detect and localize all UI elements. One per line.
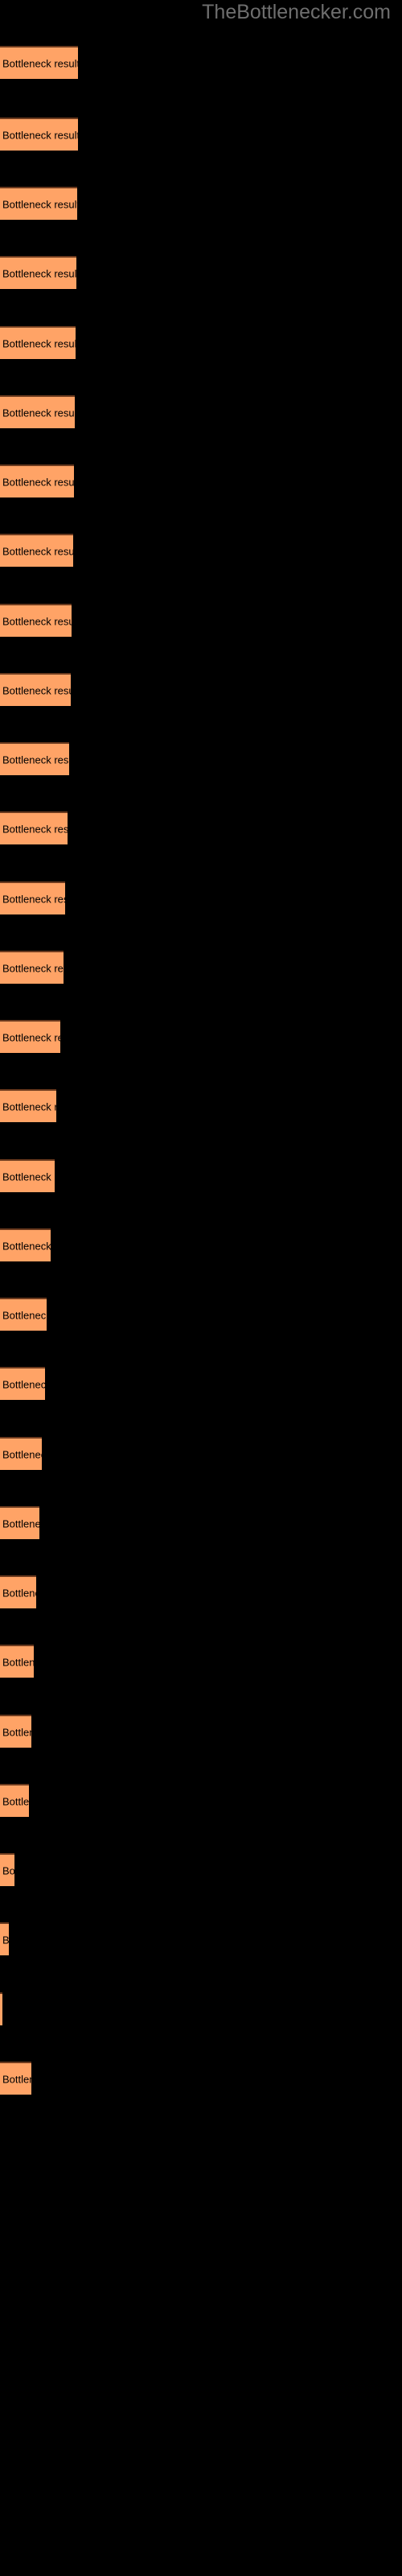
bar-11: Bottleneck result [0, 742, 69, 775]
bar-label-clip: Bottleneck result [0, 1855, 14, 1886]
bar-label-clip: Bottleneck result [0, 1368, 45, 1400]
bar-label-clip: Bottleneck result [0, 328, 76, 359]
bar-20: Bottleneck result [0, 1367, 45, 1400]
bar-label: Bottleneck result [2, 1378, 45, 1390]
bar-label: Bottleneck result [2, 1934, 9, 1946]
bar-label: Bottleneck result [2, 267, 76, 279]
bar-label-clip: Bottleneck result [0, 1716, 31, 1748]
bar-label-clip: Bottleneck result [0, 1299, 47, 1331]
bar-label: Bottleneck result [2, 823, 68, 835]
bar-label: Bottleneck result [2, 1656, 34, 1668]
bar-6: Bottleneck result [0, 395, 75, 428]
bar-7: Bottleneck result [0, 464, 74, 497]
bar-19: Bottleneck result [0, 1298, 47, 1331]
bar-label-clip: Bottleneck result [0, 1091, 56, 1122]
bar-label-clip: Bottleneck result [0, 952, 64, 984]
bar-label: Bottleneck result [2, 2073, 31, 2085]
bar-label-clip: Bottleneck result [0, 1924, 9, 1955]
bar-15: Bottleneck result [0, 1020, 60, 1053]
bar-label: Bottleneck result [2, 684, 71, 696]
bar-8: Bottleneck result [0, 534, 73, 567]
bar-label-clip: Bottleneck result [0, 466, 74, 497]
bar-29: Bottleneck result [0, 1992, 2, 2025]
bar-label: Bottleneck result [2, 476, 74, 488]
bar-label-clip: Bottleneck result [0, 675, 71, 706]
bar-label-clip: Bottleneck result [0, 47, 78, 79]
bar-24: Bottleneck result [0, 1645, 34, 1678]
bar-label: Bottleneck result [2, 1031, 60, 1043]
bar-label: Bottleneck result [2, 893, 65, 905]
bar-27: Bottleneck result [0, 1853, 14, 1886]
bar-label: Bottleneck result [2, 1587, 36, 1599]
bar-label: Bottleneck result [2, 1309, 47, 1321]
bar-label: Bottleneck result [2, 1170, 55, 1183]
bar-9: Bottleneck result [0, 604, 72, 637]
bar-25: Bottleneck result [0, 1715, 31, 1748]
bar-label-clip: Bottleneck result [0, 397, 75, 428]
bar-14: Bottleneck result [0, 951, 64, 984]
bar-label-clip: Bottleneck result [0, 1785, 29, 1817]
bar-18: Bottleneck result [0, 1228, 51, 1261]
bar-label: Bottleneck result [2, 1864, 14, 1876]
bar-label-clip: Bottleneck result [0, 1508, 39, 1539]
bar-2: Bottleneck result [0, 118, 78, 151]
bar-1: Bottleneck result [0, 46, 78, 79]
bar-label: Bottleneck result [2, 753, 69, 766]
bar-label: Bottleneck result [2, 1100, 56, 1113]
bar-label-clip: Bottleneck result [0, 1646, 34, 1678]
bar-label: Bottleneck result [2, 1240, 51, 1252]
bar-30: Bottleneck result [0, 2062, 31, 2095]
bar-label-clip: Bottleneck result [0, 744, 69, 775]
bar-label: Bottleneck result [2, 1448, 42, 1460]
bar-label: Bottleneck result [2, 1795, 29, 1807]
bar-label-clip: Bottleneck result [0, 1577, 36, 1608]
bar-label: Bottleneck result [2, 129, 78, 141]
bar-4: Bottleneck result [0, 256, 76, 289]
bar-label-clip: Bottleneck result [0, 1230, 51, 1261]
bar-label-clip: Bottleneck result [0, 1022, 60, 1053]
bar-26: Bottleneck result [0, 1784, 29, 1817]
bar-label: Bottleneck result [2, 1517, 39, 1530]
bar-13: Bottleneck result [0, 881, 65, 914]
bar-label-clip: Bottleneck result [0, 1161, 55, 1192]
bar-label-clip: Bottleneck result [0, 188, 77, 220]
bar-label: Bottleneck result [2, 57, 78, 69]
bar-label-clip: Bottleneck result [0, 813, 68, 844]
bar-label-clip: Bottleneck result [0, 535, 73, 567]
bar-16: Bottleneck result [0, 1089, 56, 1122]
bar-label-clip: Bottleneck result [0, 1994, 2, 2025]
bar-21: Bottleneck result [0, 1437, 42, 1470]
bar-chart: Bottleneck result Bottleneck result Bottle… [0, 0, 402, 2576]
bar-label: Bottleneck result [2, 407, 75, 419]
bar-label: Bottleneck result [2, 545, 73, 557]
bar-23: Bottleneck result [0, 1575, 36, 1608]
bar-28: Bottleneck result [0, 1922, 9, 1955]
bar-22: Bottleneck result [0, 1506, 39, 1539]
bar-label-clip: Bottleneck result [0, 605, 72, 637]
bar-label-clip: Bottleneck result [0, 883, 65, 914]
bar-label-clip: Bottleneck result [0, 2063, 31, 2095]
bar-3: Bottleneck result [0, 187, 77, 220]
bar-label-clip: Bottleneck result [0, 119, 78, 151]
bar-label: Bottleneck result [2, 615, 72, 627]
bar-label-clip: Bottleneck result [0, 258, 76, 289]
bar-label: Bottleneck result [2, 337, 76, 349]
bar-5: Bottleneck result [0, 326, 76, 359]
bar-label: Bottleneck result [2, 1726, 31, 1738]
bar-label: Bottleneck result [2, 198, 77, 210]
chart-page: TheBottlenecker.com Bottleneck result Bot… [0, 0, 402, 2576]
bar-10: Bottleneck result [0, 673, 71, 706]
bar-label-clip: Bottleneck result [0, 1439, 42, 1470]
bar-label: Bottleneck result [2, 962, 64, 974]
bar-12: Bottleneck result [0, 811, 68, 844]
bar-17: Bottleneck result [0, 1159, 55, 1192]
